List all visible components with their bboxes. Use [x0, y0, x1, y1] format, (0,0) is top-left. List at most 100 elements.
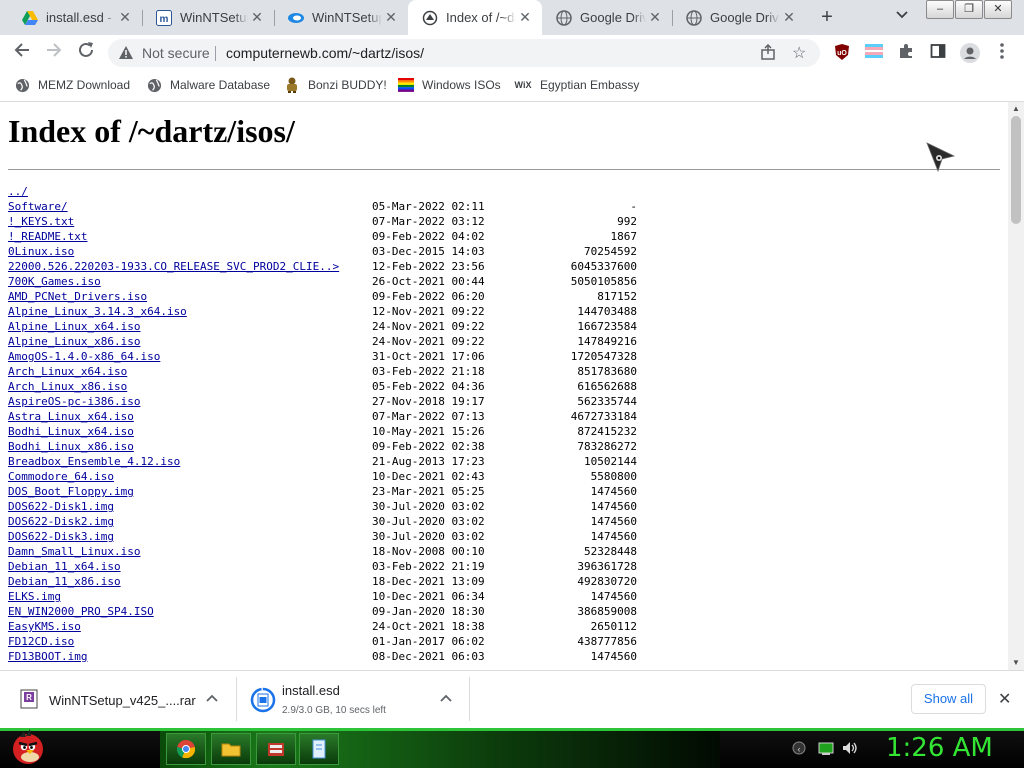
file-link[interactable]: AspireOS-pc-i386.iso	[8, 394, 140, 409]
file-link[interactable]: EN_WIN2000_PRO_SP4.ISO	[8, 604, 154, 619]
arrow-left-icon	[14, 43, 29, 57]
new-tab-button[interactable]: +	[816, 6, 838, 28]
file-size: 492830720	[577, 575, 637, 588]
file-link[interactable]: FD12CD.iso	[8, 634, 74, 649]
maximize-button[interactable]: ❐	[955, 0, 983, 19]
file-link[interactable]: EasyKMS.iso	[8, 619, 81, 634]
file-link[interactable]: !_KEYS.txt	[8, 214, 74, 229]
file-link[interactable]: AMD_PCNet_Drivers.iso	[8, 289, 147, 304]
kebab-menu-icon[interactable]	[992, 43, 1012, 63]
file-link[interactable]: Bodhi_Linux_x64.iso	[8, 424, 134, 439]
file-link[interactable]: Arch_Linux_x64.iso	[8, 364, 127, 379]
ublock-origin-icon[interactable]: uO	[832, 43, 852, 63]
window-close-button[interactable]: ✕	[984, 0, 1012, 19]
vertical-scrollbar[interactable]: ▲ ▼	[1008, 102, 1024, 670]
taskbar-clock[interactable]: 1:26 AM	[886, 733, 993, 763]
scroll-down-icon[interactable]: ▼	[1008, 658, 1024, 667]
bookmark-egyptian-embassy[interactable]: WiX Egyptian Embassy	[514, 77, 640, 93]
file-link[interactable]: 700K_Games.iso	[8, 274, 101, 289]
scroll-up-icon[interactable]: ▲	[1008, 104, 1024, 113]
file-link[interactable]: AmogOS-1.4.0-x86_64.iso	[8, 349, 160, 364]
tab-google-drive-1[interactable]: Google Drive ✕	[542, 0, 672, 35]
file-link[interactable]: Breadbox_Ensemble_4.12.iso	[8, 454, 180, 469]
file-size: 1474560	[590, 530, 637, 543]
close-icon[interactable]: ✕	[248, 9, 266, 26]
close-icon[interactable]: ✕	[116, 9, 134, 26]
file-link[interactable]: 0Linux.iso	[8, 244, 74, 259]
reload-button[interactable]	[74, 41, 98, 65]
file-link[interactable]: FD13BOOT.img	[8, 649, 87, 664]
file-link[interactable]: Commodore_64.iso	[8, 469, 114, 484]
trans-flag-extension-icon[interactable]	[864, 43, 884, 63]
file-link[interactable]: DOS622-Disk1.img	[8, 499, 114, 514]
file-date: 09-Jan-2020 18:30	[372, 605, 485, 618]
back-button[interactable]	[10, 41, 34, 65]
tab-google-drive-2[interactable]: Google Drive ✕	[672, 0, 806, 35]
bookmark-malware-database[interactable]: Malware Database	[146, 77, 270, 93]
file-link[interactable]: 22000.526.220203-1933.CO_RELEASE_SVC_PRO…	[8, 259, 339, 274]
file-link[interactable]: Damn_Small_Linux.iso	[8, 544, 140, 559]
volume-icon[interactable]	[842, 741, 858, 758]
close-icon[interactable]: ✕	[382, 9, 400, 26]
close-icon[interactable]: ✕	[646, 9, 664, 26]
file-size: 1474560	[590, 485, 637, 498]
taskbar-app-button[interactable]	[256, 733, 296, 765]
scrollbar-thumb[interactable]	[1011, 116, 1021, 224]
bookmark-bonzi-buddy[interactable]: Bonzi BUDDY!	[284, 77, 387, 93]
bookmark-memz-download[interactable]: MEMZ Download	[14, 77, 130, 93]
file-link[interactable]: DOS622-Disk3.img	[8, 529, 114, 544]
url-text[interactable]: computernewb.com/~dartz/isos/	[226, 45, 424, 61]
file-link[interactable]: ELKS.img	[8, 589, 61, 604]
file-link[interactable]: DOS_Boot_Floppy.img	[8, 484, 134, 499]
address-bar[interactable]: Not secure computernewb.com/~dartz/isos/…	[108, 39, 820, 67]
show-all-button[interactable]: Show all	[911, 684, 986, 714]
close-icon[interactable]: ✕	[780, 9, 798, 26]
file-date: 26-Oct-2021 00:44	[372, 275, 485, 288]
tab-winntsetup[interactable]: WinNTSetup ✕	[274, 0, 408, 35]
taskbar-app-button[interactable]	[299, 733, 339, 765]
file-link[interactable]: ../	[8, 184, 28, 199]
bookmark-windows-isos[interactable]: Windows ISOs	[398, 77, 501, 93]
minimize-button[interactable]: –	[926, 0, 954, 19]
taskbar-explorer-button[interactable]	[211, 733, 251, 765]
chevron-up-icon[interactable]	[440, 691, 452, 705]
tab-winntsetup-msfn[interactable]: m WinNTSetup - MSFN ✕	[142, 0, 274, 35]
file-link[interactable]: Debian_11_x64.iso	[8, 559, 121, 574]
taskbar-chrome-button[interactable]	[166, 733, 206, 765]
download-item-install-esd[interactable]: install.esd 2.9/3.0 GB, 10 secs left	[237, 671, 469, 729]
close-icon[interactable]: ✕	[998, 689, 1011, 709]
side-panel-icon[interactable]	[928, 43, 948, 63]
file-link[interactable]: Astra_Linux_x64.iso	[8, 409, 134, 424]
start-button[interactable]	[8, 727, 48, 767]
file-link[interactable]: Alpine_Linux_x64.iso	[8, 319, 140, 334]
svg-text:uO: uO	[837, 50, 847, 57]
file-link[interactable]: Alpine_Linux_x86.iso	[8, 334, 140, 349]
file-row: DOS622-Disk3.img 30-Jul-2020 03:02 1474560	[8, 529, 708, 544]
tray-battery-icon[interactable]	[818, 741, 834, 758]
file-link[interactable]: Arch_Linux_x86.iso	[8, 379, 127, 394]
share-icon[interactable]	[760, 43, 776, 63]
bookmark-star-icon[interactable]: ☆	[792, 43, 806, 63]
download-item-winntsetup[interactable]: R WinNTSetup_v425_....rar	[0, 671, 236, 729]
tab-index-of-isos[interactable]: Index of /~dartz/isos/ ✕	[408, 0, 542, 35]
bonzi-icon	[284, 77, 300, 93]
warning-icon[interactable]	[118, 45, 134, 63]
close-icon[interactable]: ✕	[516, 9, 534, 26]
tray-network-icon[interactable]: ‹	[792, 741, 806, 758]
file-link[interactable]: DOS622-Disk2.img	[8, 514, 114, 529]
file-date: 21-Aug-2013 17:23	[372, 455, 485, 468]
extensions-puzzle-icon[interactable]	[896, 43, 916, 63]
file-date: 24-Oct-2021 18:38	[372, 620, 485, 633]
file-link[interactable]: Software/	[8, 199, 68, 214]
file-link[interactable]: !_README.txt	[8, 229, 87, 244]
forward-button[interactable]	[42, 41, 66, 65]
file-link[interactable]: Debian_11_x86.iso	[8, 574, 121, 589]
tab-search-button[interactable]	[896, 8, 908, 22]
file-row: Damn_Small_Linux.iso 18-Nov-2008 00:10 523…	[8, 544, 708, 559]
security-status[interactable]: Not secure	[142, 45, 210, 61]
file-link[interactable]: Bodhi_Linux_x86.iso	[8, 439, 134, 454]
file-link[interactable]: Alpine_Linux_3.14.3_x64.iso	[8, 304, 187, 319]
chevron-up-icon[interactable]	[206, 691, 218, 705]
profile-avatar-icon[interactable]	[960, 43, 980, 63]
tab-install-esd[interactable]: install.esd - Google Drive ✕	[8, 0, 142, 35]
